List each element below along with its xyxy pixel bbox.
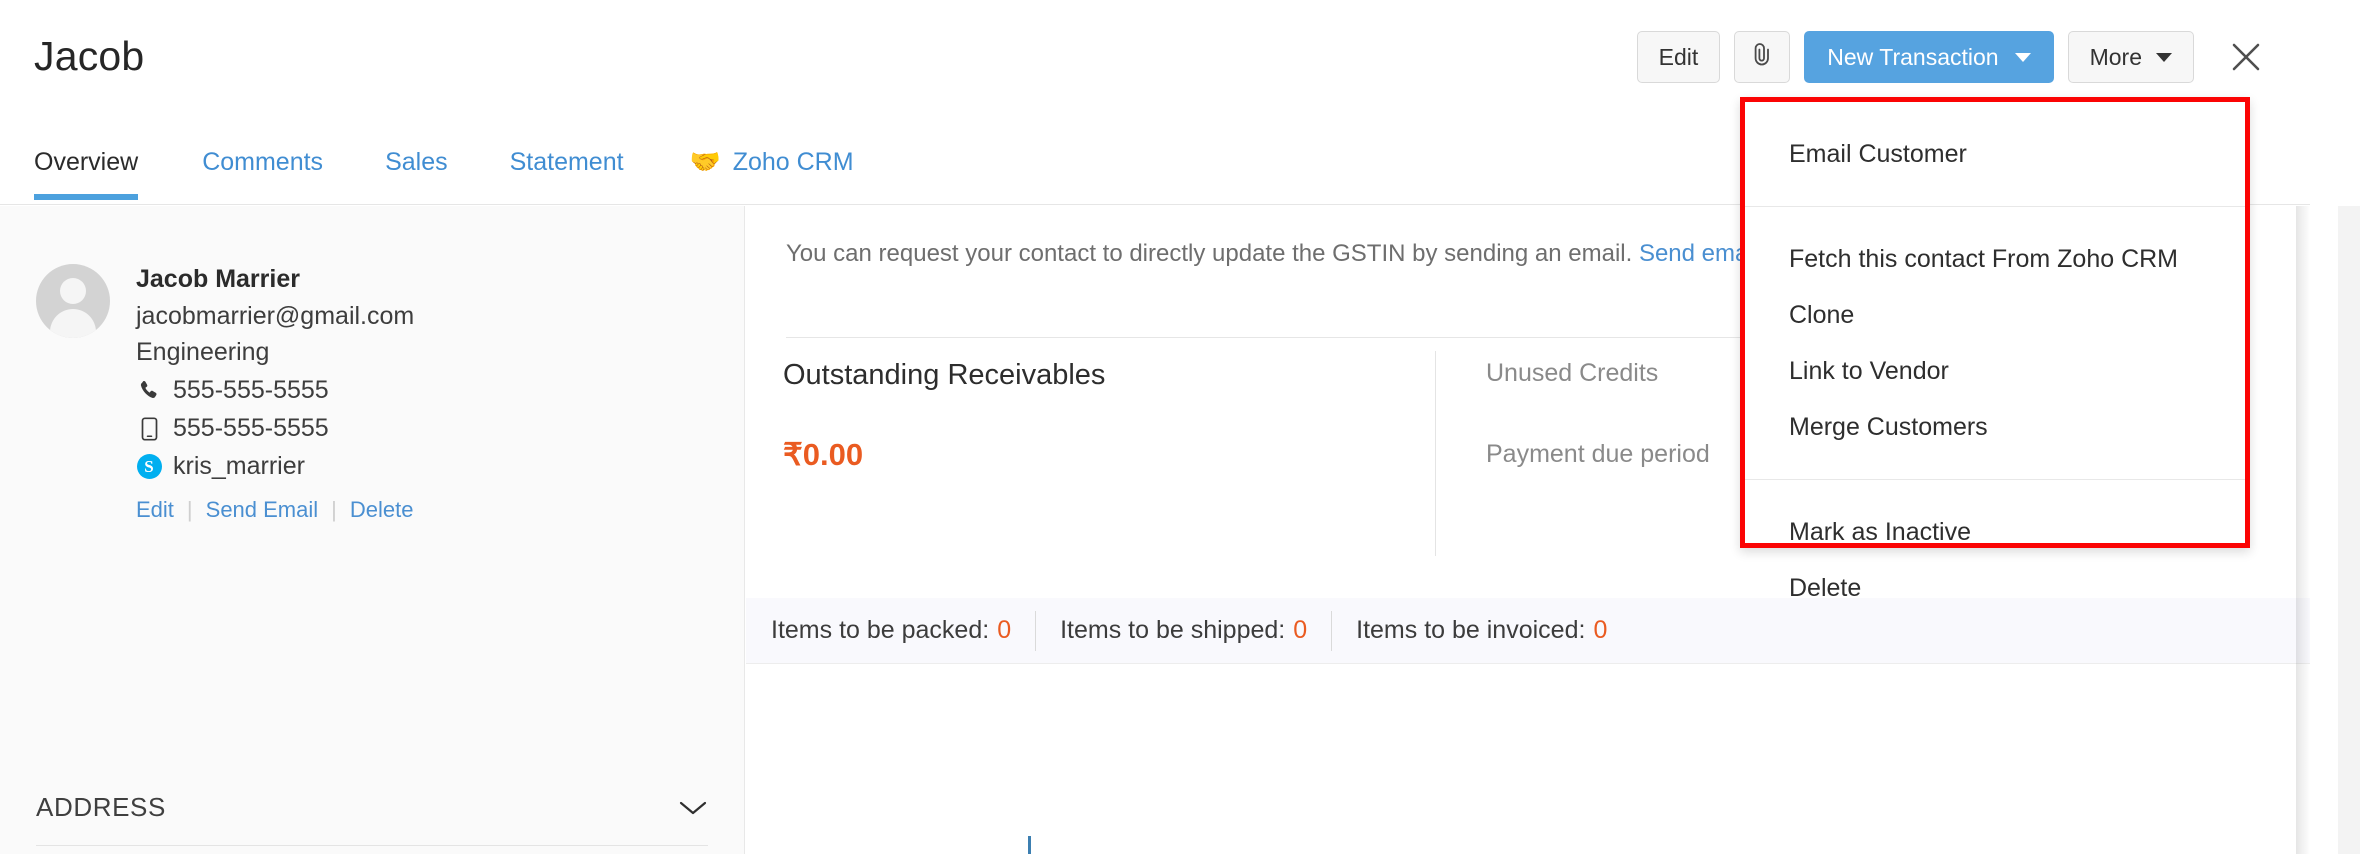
close-button[interactable] bbox=[2222, 33, 2270, 81]
handshake-icon: 🤝 bbox=[689, 148, 721, 176]
mobile-icon bbox=[136, 416, 162, 441]
menu-item-clone[interactable]: Clone bbox=[1745, 287, 2245, 343]
menu-item-merge-customers[interactable]: Merge Customers bbox=[1745, 399, 2245, 455]
menu-item-fetch-from-zoho-crm[interactable]: Fetch this contact From Zoho CRM bbox=[1745, 231, 2245, 287]
content-empty-area bbox=[746, 663, 2310, 854]
outstanding-receivables-value: ₹0.00 bbox=[783, 437, 864, 472]
chevron-down-icon bbox=[2156, 52, 2172, 62]
items-to-be-shipped: Items to be shipped: 0 bbox=[1036, 616, 1331, 645]
new-transaction-button[interactable]: New Transaction bbox=[1804, 31, 2054, 83]
items-to-be-shipped-count: 0 bbox=[1293, 616, 1308, 644]
contact-mobile-row: 555-555-5555 bbox=[136, 414, 414, 443]
tab-label: Zoho CRM bbox=[732, 148, 854, 176]
more-button[interactable]: More bbox=[2067, 31, 2194, 83]
address-section-header[interactable]: ADDRESS bbox=[36, 792, 708, 846]
items-to-be-packed-label: Items to be packed: bbox=[771, 616, 990, 644]
items-to-be-invoiced-label: Items to be invoiced: bbox=[1356, 616, 1586, 644]
contact-summary: Jacob Marrier jacobmarrier@gmail.com Eng… bbox=[36, 264, 414, 523]
menu-group-2: Fetch this contact From Zoho CRM Clone L… bbox=[1745, 207, 2245, 479]
menu-item-email-customer[interactable]: Email Customer bbox=[1745, 126, 2245, 182]
contact-phone: 555-555-5555 bbox=[173, 376, 329, 404]
summary-divider bbox=[1435, 351, 1436, 556]
tab-label: Statement bbox=[509, 148, 624, 176]
tab-comments[interactable]: Comments bbox=[202, 148, 323, 199]
items-to-be-invoiced-count: 0 bbox=[1593, 616, 1608, 644]
avatar bbox=[36, 264, 110, 338]
contact-email: jacobmarrier@gmail.com bbox=[136, 301, 415, 330]
chevron-down-icon bbox=[2014, 52, 2031, 62]
contact-name: Jacob Marrier bbox=[136, 265, 300, 293]
vertical-scrollbar[interactable] bbox=[2338, 206, 2360, 854]
tab-label: Comments bbox=[202, 148, 324, 176]
more-dropdown-menu: Email Customer Fetch this contact From Z… bbox=[1740, 97, 2250, 602]
contact-sidebar: Jacob Marrier jacobmarrier@gmail.com Eng… bbox=[0, 206, 745, 854]
skype-icon: S bbox=[136, 454, 162, 479]
contact-details: Jacob Marrier jacobmarrier@gmail.com Eng… bbox=[136, 264, 414, 523]
paperclip-icon bbox=[1751, 41, 1773, 74]
more-label: More bbox=[2089, 43, 2142, 70]
edit-button[interactable]: Edit bbox=[1636, 31, 1721, 83]
page-title: Jacob bbox=[34, 33, 145, 79]
tab-sales[interactable]: Sales bbox=[385, 148, 448, 199]
contact-skype: kris_marrier bbox=[173, 452, 305, 480]
new-transaction-label: New Transaction bbox=[1827, 43, 1999, 70]
gstin-notice-text: You can request your contact to directly… bbox=[786, 240, 1639, 267]
link-separator: | bbox=[186, 497, 193, 522]
attachment-button[interactable] bbox=[1734, 31, 1791, 83]
address-section-title: ADDRESS bbox=[36, 792, 166, 822]
tab-label: Sales bbox=[385, 148, 448, 176]
menu-item-mark-as-inactive[interactable]: Mark as Inactive bbox=[1745, 504, 2245, 560]
tab-label: Overview bbox=[34, 148, 139, 176]
items-to-be-invoiced: Items to be invoiced: 0 bbox=[1332, 616, 1631, 645]
tab-statement[interactable]: Statement bbox=[510, 148, 624, 199]
text-cursor bbox=[1028, 836, 1031, 854]
contact-send-email-link[interactable]: Send Email bbox=[206, 497, 319, 523]
outstanding-receivables-label: Outstanding Receivables bbox=[783, 359, 1106, 391]
menu-group-3: Mark as Inactive Delete bbox=[1745, 480, 2245, 616]
items-to-be-shipped-label: Items to be shipped: bbox=[1060, 616, 1286, 644]
tab-overview[interactable]: Overview bbox=[34, 148, 139, 200]
close-icon bbox=[2226, 37, 2266, 77]
contact-mobile: 555-555-5555 bbox=[173, 414, 329, 442]
menu-group-1: Email Customer bbox=[1745, 102, 2245, 206]
contact-phone-row: 555-555-5555 bbox=[136, 376, 414, 405]
contact-action-links: Edit | Send Email | Delete bbox=[136, 497, 414, 523]
header-action-bar: Edit New Transaction More bbox=[1636, 31, 2270, 83]
link-separator: | bbox=[331, 497, 337, 522]
tab-zoho-crm[interactable]: 🤝 Zoho CRM bbox=[690, 148, 854, 199]
items-to-be-packed-count: 0 bbox=[997, 616, 1012, 644]
contact-department: Engineering bbox=[136, 338, 270, 367]
chevron-down-icon[interactable] bbox=[678, 799, 708, 817]
customer-detail-page: Jacob Edit New Transaction More Overview… bbox=[0, 0, 2360, 854]
menu-item-delete[interactable]: Delete bbox=[1745, 560, 2245, 616]
contact-skype-row: S kris_marrier bbox=[136, 452, 414, 481]
items-to-be-packed: Items to be packed: 0 bbox=[771, 616, 1035, 645]
contact-delete-link[interactable]: Delete bbox=[350, 497, 414, 523]
phone-icon bbox=[136, 380, 162, 402]
outstanding-receivables-block: Outstanding Receivables ₹0.00 bbox=[783, 359, 1423, 473]
menu-item-link-to-vendor[interactable]: Link to Vendor bbox=[1745, 343, 2245, 399]
contact-edit-link[interactable]: Edit bbox=[136, 497, 174, 523]
